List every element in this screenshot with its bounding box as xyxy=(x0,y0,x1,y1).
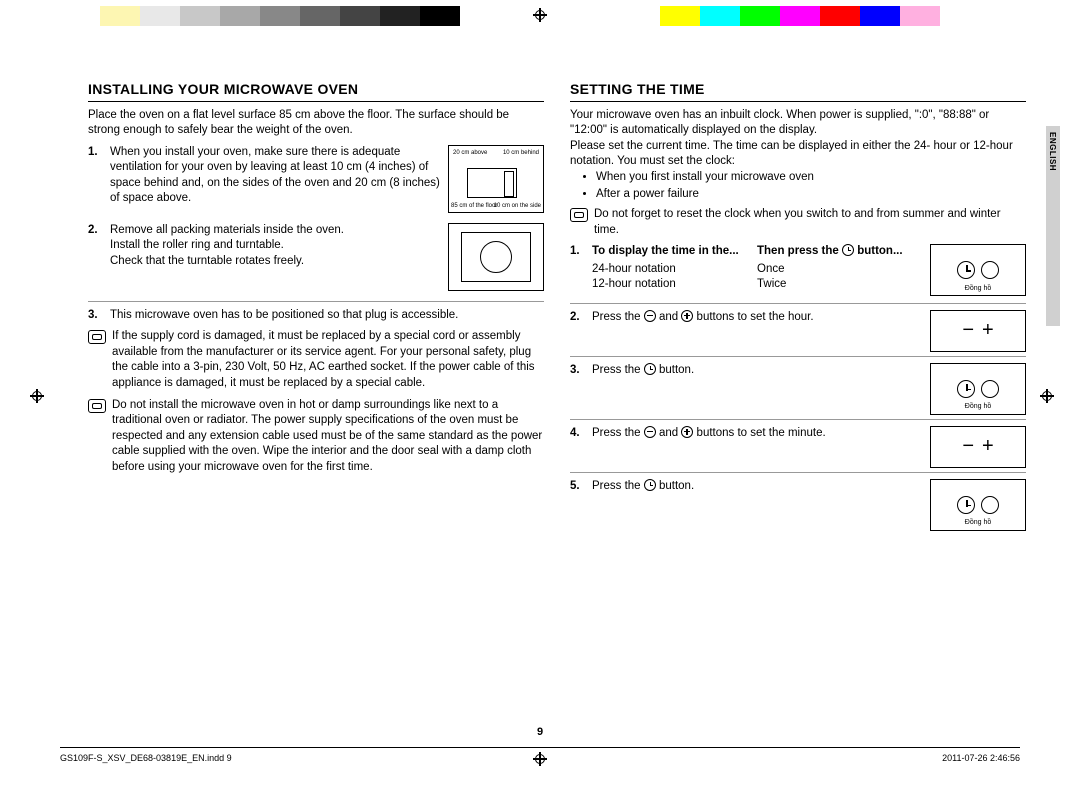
step-number: 5. xyxy=(570,479,586,495)
step-number: 2. xyxy=(88,223,104,295)
print-footer: GS109F-S_XSV_DE68-03819E_EN.indd 9 2011-… xyxy=(60,747,1020,764)
clock-label: Đồng hồ xyxy=(931,284,1025,293)
clock-icon xyxy=(842,244,854,256)
table-cell: 24-hour notation xyxy=(592,262,757,278)
step-number: 1. xyxy=(88,145,104,217)
heading-setting-time: SETTING THE TIME xyxy=(570,80,1026,102)
turntable-diagram xyxy=(448,223,544,291)
minus-icon xyxy=(644,310,656,322)
step-3-text: Press the button. xyxy=(592,363,694,379)
step-number: 4. xyxy=(570,426,586,442)
clock-intro-1: Your microwave oven has an inbuilt clock… xyxy=(570,108,1026,139)
minus-plus-panel: − + xyxy=(930,426,1026,468)
table-header-1: To display the time in the... xyxy=(592,244,757,260)
note-icon xyxy=(88,330,106,344)
clock-icon xyxy=(644,363,656,375)
step-2b-text: Install the roller ring and turntable. xyxy=(110,239,284,251)
note-icon xyxy=(88,399,106,413)
heading-installing: INSTALLING YOUR MICROWAVE OVEN xyxy=(88,80,544,102)
footer-filename: GS109F-S_XSV_DE68-03819E_EN.indd 9 xyxy=(60,752,232,764)
step-2: 2. Remove all packing materials inside t… xyxy=(88,223,544,295)
plus-icon xyxy=(681,426,693,438)
left-column: INSTALLING YOUR MICROWAVE OVEN Place the… xyxy=(88,80,544,712)
registration-mark xyxy=(1040,389,1054,403)
plus-icon: + xyxy=(982,433,994,460)
clock-icon xyxy=(644,479,656,491)
footer-timestamp: 2011-07-26 2:46:56 xyxy=(942,752,1020,764)
dst-note: Do not forget to reset the clock when yo… xyxy=(570,207,1026,238)
clock-icon xyxy=(957,380,975,398)
dst-note-text: Do not forget to reset the clock when yo… xyxy=(594,207,1026,238)
step-number: 1. xyxy=(570,244,586,299)
button-icon xyxy=(981,496,999,514)
clearance-diagram: 20 cm above 10 cm behind 85 cm of the fl… xyxy=(448,145,544,213)
clock-icon xyxy=(957,496,975,514)
step-4-text: Press the and buttons to set the minute. xyxy=(592,426,826,442)
step-1-text: When you install your oven, make sure th… xyxy=(110,146,440,205)
plus-icon xyxy=(681,310,693,322)
note-1-text: If the supply cord is damaged, it must b… xyxy=(112,329,544,391)
step-2-text: Press the and buttons to set the hour. xyxy=(592,310,814,326)
step-number: 2. xyxy=(570,310,586,326)
minus-icon: − xyxy=(962,433,974,460)
table-cell: Once xyxy=(757,262,922,278)
language-tab: ENGLISH xyxy=(1046,126,1060,326)
step-3: 3. This microwave oven has to be positio… xyxy=(88,308,544,324)
step-3-text: This microwave oven has to be positioned… xyxy=(110,308,544,324)
table-cell: Twice xyxy=(757,277,922,293)
page-number: 9 xyxy=(0,725,1080,740)
clock-label: Đồng hồ xyxy=(931,402,1025,411)
clock-button-panel: Đồng hồ xyxy=(930,363,1026,415)
right-column: ENGLISH SETTING THE TIME Your microwave … xyxy=(570,80,1026,712)
button-icon xyxy=(981,380,999,398)
safety-note-1: If the supply cord is damaged, it must b… xyxy=(88,329,544,391)
minus-icon xyxy=(644,426,656,438)
plus-icon: + xyxy=(982,317,994,344)
minus-icon: − xyxy=(962,317,974,344)
bullet-power-failure: After a power failure xyxy=(596,187,1026,203)
clock-label: Đồng hồ xyxy=(931,518,1025,527)
step-1: 1. 20 cm above 10 cm behind 85 cm of the… xyxy=(88,145,544,217)
table-header-2: Then press the button... xyxy=(757,244,922,260)
note-icon xyxy=(570,208,588,222)
step-2c-text: Check that the turntable rotates freely. xyxy=(110,255,304,267)
safety-note-2: Do not install the microwave oven in hot… xyxy=(88,398,544,476)
clock-button-panel: Đồng hồ xyxy=(930,479,1026,531)
registration-mark xyxy=(533,8,547,22)
registration-mark xyxy=(30,389,44,403)
minus-plus-panel: − + xyxy=(930,310,1026,352)
step-number: 3. xyxy=(570,363,586,379)
table-cell: 12-hour notation xyxy=(592,277,757,293)
button-icon xyxy=(981,261,999,279)
clock-icon xyxy=(957,261,975,279)
step-5-text: Press the button. xyxy=(592,479,694,495)
clock-intro-2: Please set the current time. The time ca… xyxy=(570,139,1026,170)
step-number: 3. xyxy=(88,308,104,324)
note-2-text: Do not install the microwave oven in hot… xyxy=(112,398,544,476)
step-2a-text: Remove all packing materials inside the … xyxy=(110,224,344,236)
clock-button-panel: Đồng hồ xyxy=(930,244,1026,296)
intro-text: Place the oven on a flat level surface 8… xyxy=(88,108,544,139)
page-content: INSTALLING YOUR MICROWAVE OVEN Place the… xyxy=(88,80,1026,712)
bullet-first-install: When you first install your microwave ov… xyxy=(596,170,1026,186)
